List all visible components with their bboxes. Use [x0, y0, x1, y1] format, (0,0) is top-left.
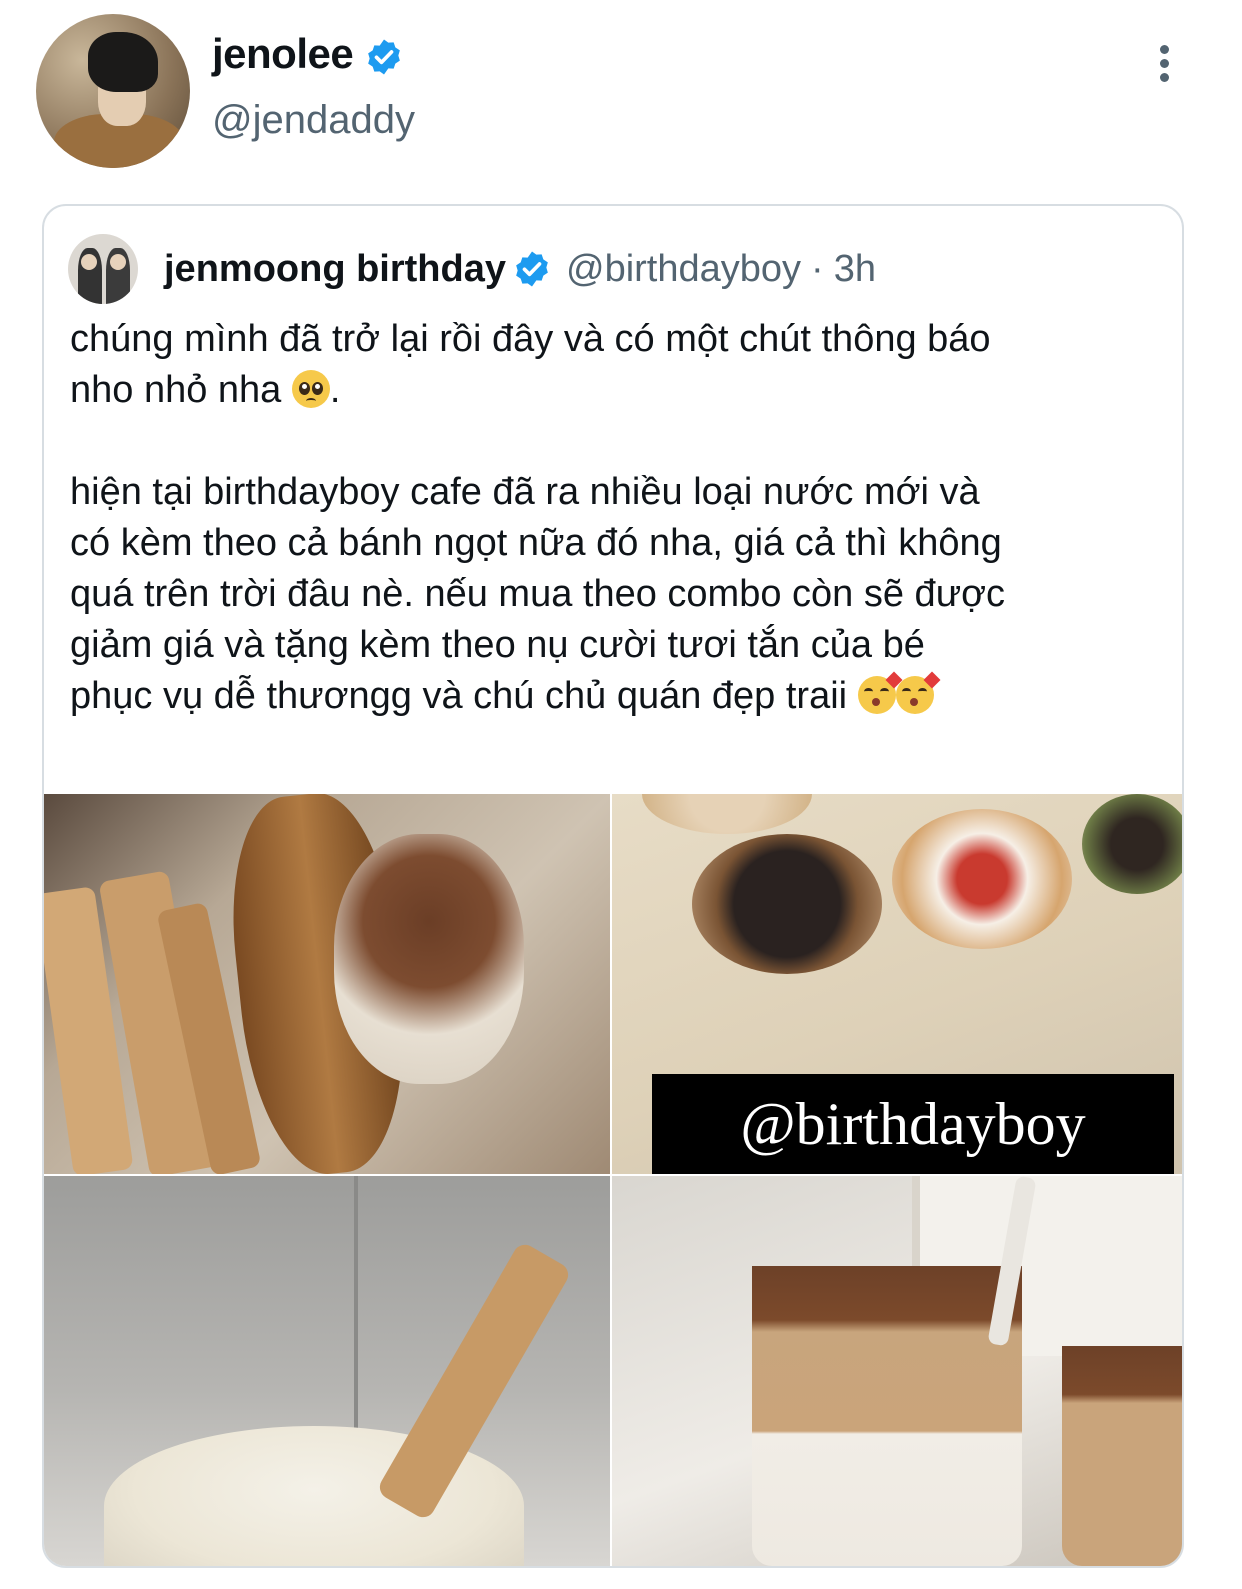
author-name-row[interactable]: jenolee [212, 30, 404, 78]
more-dot [1159, 59, 1169, 68]
quoted-text-intro: chúng mình đã trở lại rồi đây và có một … [70, 318, 991, 411]
quoted-tweet-text: chúng mình đã trở lại rồi đây và có một … [70, 314, 1160, 722]
pleading-face-icon [291, 370, 330, 408]
verified-badge-icon [516, 251, 548, 287]
media-grid: @birthdayboy [44, 794, 1182, 1566]
more-vertical-icon [1159, 45, 1169, 54]
photo-tarts[interactable]: @birthdayboy [612, 794, 1182, 1174]
verified-badge-icon [368, 39, 401, 75]
quoted-author-avatar[interactable] [68, 234, 138, 304]
kiss-face-icon [895, 671, 941, 714]
quoted-text-period: . [329, 369, 341, 411]
quoted-tweet-header: jenmoong birthday @birthdayboy · 3h [68, 232, 876, 306]
quoted-timestamp[interactable]: 3h [834, 248, 876, 291]
kiss-face-icon [857, 671, 903, 714]
main-avatar[interactable] [36, 14, 190, 168]
photo-cream-drink[interactable] [44, 1176, 610, 1566]
photo-croissant[interactable] [44, 794, 610, 1174]
quoted-author-handle[interactable]: @birthdayboy [566, 248, 801, 291]
author-handle[interactable]: @jendaddy [212, 98, 415, 143]
more-options-button[interactable] [1146, 40, 1182, 88]
more-dot [1159, 73, 1169, 82]
photo-tiramisu-cups[interactable] [612, 1176, 1182, 1566]
separator-dot: · [811, 247, 824, 290]
quoted-tweet-card[interactable]: jenmoong birthday @birthdayboy · 3h chún… [42, 204, 1184, 1568]
quoted-author-name[interactable]: jenmoong birthday [164, 248, 506, 291]
author-name[interactable]: jenolee [212, 30, 354, 77]
media-handle-overlay: @birthdayboy [652, 1074, 1174, 1174]
